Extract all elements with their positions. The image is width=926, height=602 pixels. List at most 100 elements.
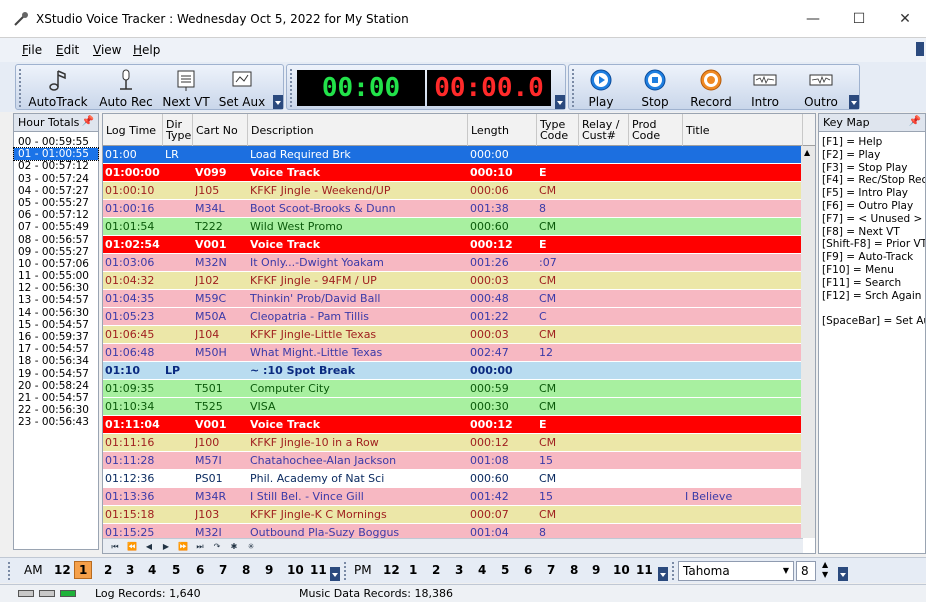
hour-total-item[interactable]: 00 - 00:59:55 [14,136,98,148]
am-hour-5-button[interactable]: 5 [172,563,180,577]
pm-hour-9-button[interactable]: 9 [592,563,600,577]
cancel-icon[interactable]: ✳ [245,541,257,553]
hour-totals-list[interactable]: 00 - 00:59:55 01 - 01:00:55 02 - 00:57:12 0… [13,132,99,429]
table-row[interactable]: 01:15:18 J103 KFKF Jingle-K C Mornings 000:… [103,506,815,524]
hour-total-item[interactable]: 01 - 01:00:55 [13,147,99,162]
table-row[interactable]: 01:10 LP ~ :10 Spot Break 000:00 [103,362,815,380]
hour-total-item[interactable]: 04 - 00:57:27 [14,185,98,197]
pm-hour-8-button[interactable]: 8 [570,563,578,577]
pm-hour-2-button[interactable]: 2 [432,563,440,577]
hour-total-item[interactable]: 13 - 00:54:57 [14,294,98,306]
hour-total-item[interactable]: 14 - 00:56:30 [14,307,98,319]
column-prod-code[interactable]: Prod Code [629,114,683,146]
autotrack-button[interactable]: AutoTrack [24,65,92,111]
font-size-spinner-icon[interactable]: ▲ ▼ [822,560,828,580]
next-page-icon[interactable]: ⏩ [177,541,189,553]
hour-total-item[interactable]: 03 - 00:57:24 [14,173,98,185]
font-size-select[interactable]: 8 [796,561,816,581]
table-row[interactable]: 01:11:04 V001 Voice Track 000:12 E [103,416,815,434]
am-hour-12-button[interactable]: 12 [54,563,71,577]
column-description[interactable]: Description [248,114,468,146]
close-button[interactable]: ✕ [882,0,926,38]
hour-total-item[interactable]: 12 - 00:56:30 [14,282,98,294]
menu-overflow-chevron-icon[interactable] [916,42,924,56]
pm-hour-7-button[interactable]: 7 [547,563,555,577]
table-row[interactable]: 01:02:54 V001 Voice Track 000:12 E [103,236,815,254]
refresh-icon[interactable]: ↷ [211,541,223,553]
table-row[interactable]: 01:05:23 M50A Cleopatria - Pam Tillis 001:2… [103,308,815,326]
toolbar-options-dropdown[interactable] [838,567,848,581]
table-row[interactable]: 01:03:06 M32N It Only...-Dwight Yoakam 001:… [103,254,815,272]
menu-edit[interactable]: Edit [56,43,79,57]
toolbar-options-dropdown[interactable] [849,95,859,109]
hour-total-item[interactable]: 21 - 00:54:57 [14,392,98,404]
next-record-icon[interactable]: ▶ [160,541,172,553]
play-button[interactable]: Play [579,65,623,111]
table-row[interactable]: 01:04:35 M59C Thinkin' Prob/David Ball 000:… [103,290,815,308]
hour-total-item[interactable]: 05 - 00:55:27 [14,197,98,209]
am-hour-3-button[interactable]: 3 [126,563,134,577]
outro-button[interactable]: Outro [797,65,845,111]
toolbar-grip[interactable] [572,69,575,107]
table-row[interactable]: 01:09:35 T501 Computer City 000:59 CM [103,380,815,398]
table-row[interactable]: 01:11:28 M57I Chatahochee-Alan Jackson 001:… [103,452,815,470]
pm-hour-3-button[interactable]: 3 [455,563,463,577]
column-cart-no[interactable]: Cart No [193,114,248,146]
menu-help[interactable]: Help [133,43,160,57]
pm-hour-4-button[interactable]: 4 [478,563,486,577]
table-row[interactable]: 01:01:54 T222 Wild West Promo 000:60 CM [103,218,815,236]
hour-total-item[interactable]: 07 - 00:55:49 [14,221,98,233]
toolbar-grip[interactable] [290,69,293,107]
intro-button[interactable]: Intro [743,65,787,111]
hour-total-item[interactable]: 15 - 00:54:57 [14,319,98,331]
table-row[interactable]: 01:00:10 J105 KFKF Jingle - Weekend/UP 000:… [103,182,815,200]
toolbar-options-dropdown[interactable] [273,95,283,109]
dropdown-arrow-icon[interactable]: ▼ [783,562,789,580]
am-hour-6-button[interactable]: 6 [196,563,204,577]
pm-hour-6-button[interactable]: 6 [524,563,532,577]
hour-total-item[interactable]: 17 - 00:54:57 [14,343,98,355]
table-row[interactable]: 01:11:16 J100 KFKF Jingle-10 in a Row 000:1… [103,434,815,452]
set-aux-button[interactable]: Set Aux [216,65,268,111]
menu-view[interactable]: View [93,43,121,57]
next-vt-button[interactable]: Next VT [158,65,214,111]
hour-total-item[interactable]: 11 - 00:55:00 [14,270,98,282]
am-hour-2-button[interactable]: 2 [104,563,112,577]
scroll-up-icon[interactable]: ▲ [804,148,810,157]
log-grid-body[interactable]: 01:00 LR Load Required Brk 000:00 01:00:00 V0… [103,146,815,538]
pin-icon[interactable]: 📌 [82,116,94,127]
hour-total-item[interactable]: 20 - 00:58:24 [14,380,98,392]
first-record-icon[interactable]: ⏮ [109,541,121,553]
toolbar-options-dropdown[interactable] [658,567,668,581]
hour-total-item[interactable]: 22 - 00:56:30 [14,404,98,416]
table-row[interactable]: 01:00 LR Load Required Brk 000:00 [103,146,815,165]
hour-total-item[interactable]: 16 - 00:59:37 [14,331,98,343]
am-hour-4-button[interactable]: 4 [148,563,156,577]
table-row[interactable]: 01:10:34 T525 VISA 000:30 CM [103,398,815,416]
am-hour-1-button[interactable]: 1 [74,561,93,579]
prior-record-icon[interactable]: ◀ [143,541,155,553]
column-title[interactable]: Title [683,114,803,146]
pm-hour-10-button[interactable]: 10 [613,563,630,577]
minimize-button[interactable]: — [790,0,836,38]
hour-total-item[interactable]: 19 - 00:54:57 [14,368,98,380]
menu-file[interactable]: File [22,43,42,57]
maximize-button[interactable]: ☐ [836,0,882,38]
hour-total-item[interactable]: 06 - 00:57:12 [14,209,98,221]
prior-page-icon[interactable]: ⏪ [126,541,138,553]
table-row[interactable]: 01:04:32 J102 KFKF Jingle - 94FM / UP 000:0… [103,272,815,290]
pm-hour-5-button[interactable]: 5 [501,563,509,577]
pin-icon[interactable]: 📌 [909,116,921,127]
hour-total-item[interactable]: 18 - 00:56:34 [14,355,98,367]
record-button[interactable]: Record [685,65,737,111]
hour-total-item[interactable]: 02 - 00:57:12 [14,160,98,172]
am-hour-9-button[interactable]: 9 [265,563,273,577]
column-length[interactable]: Length [468,114,537,146]
hour-total-item[interactable]: 08 - 00:56:57 [14,234,98,246]
toolbar-options-dropdown[interactable] [555,95,565,109]
column-relay[interactable]: Relay / Cust# [579,114,629,146]
table-row[interactable]: 01:12:36 PS01 Phil. Academy of Nat Sci 000:… [103,470,815,488]
pm-hour-12-button[interactable]: 12 [383,563,400,577]
column-log-time[interactable]: Log Time [103,114,163,146]
auto-rec-button[interactable]: Auto Rec [96,65,156,111]
